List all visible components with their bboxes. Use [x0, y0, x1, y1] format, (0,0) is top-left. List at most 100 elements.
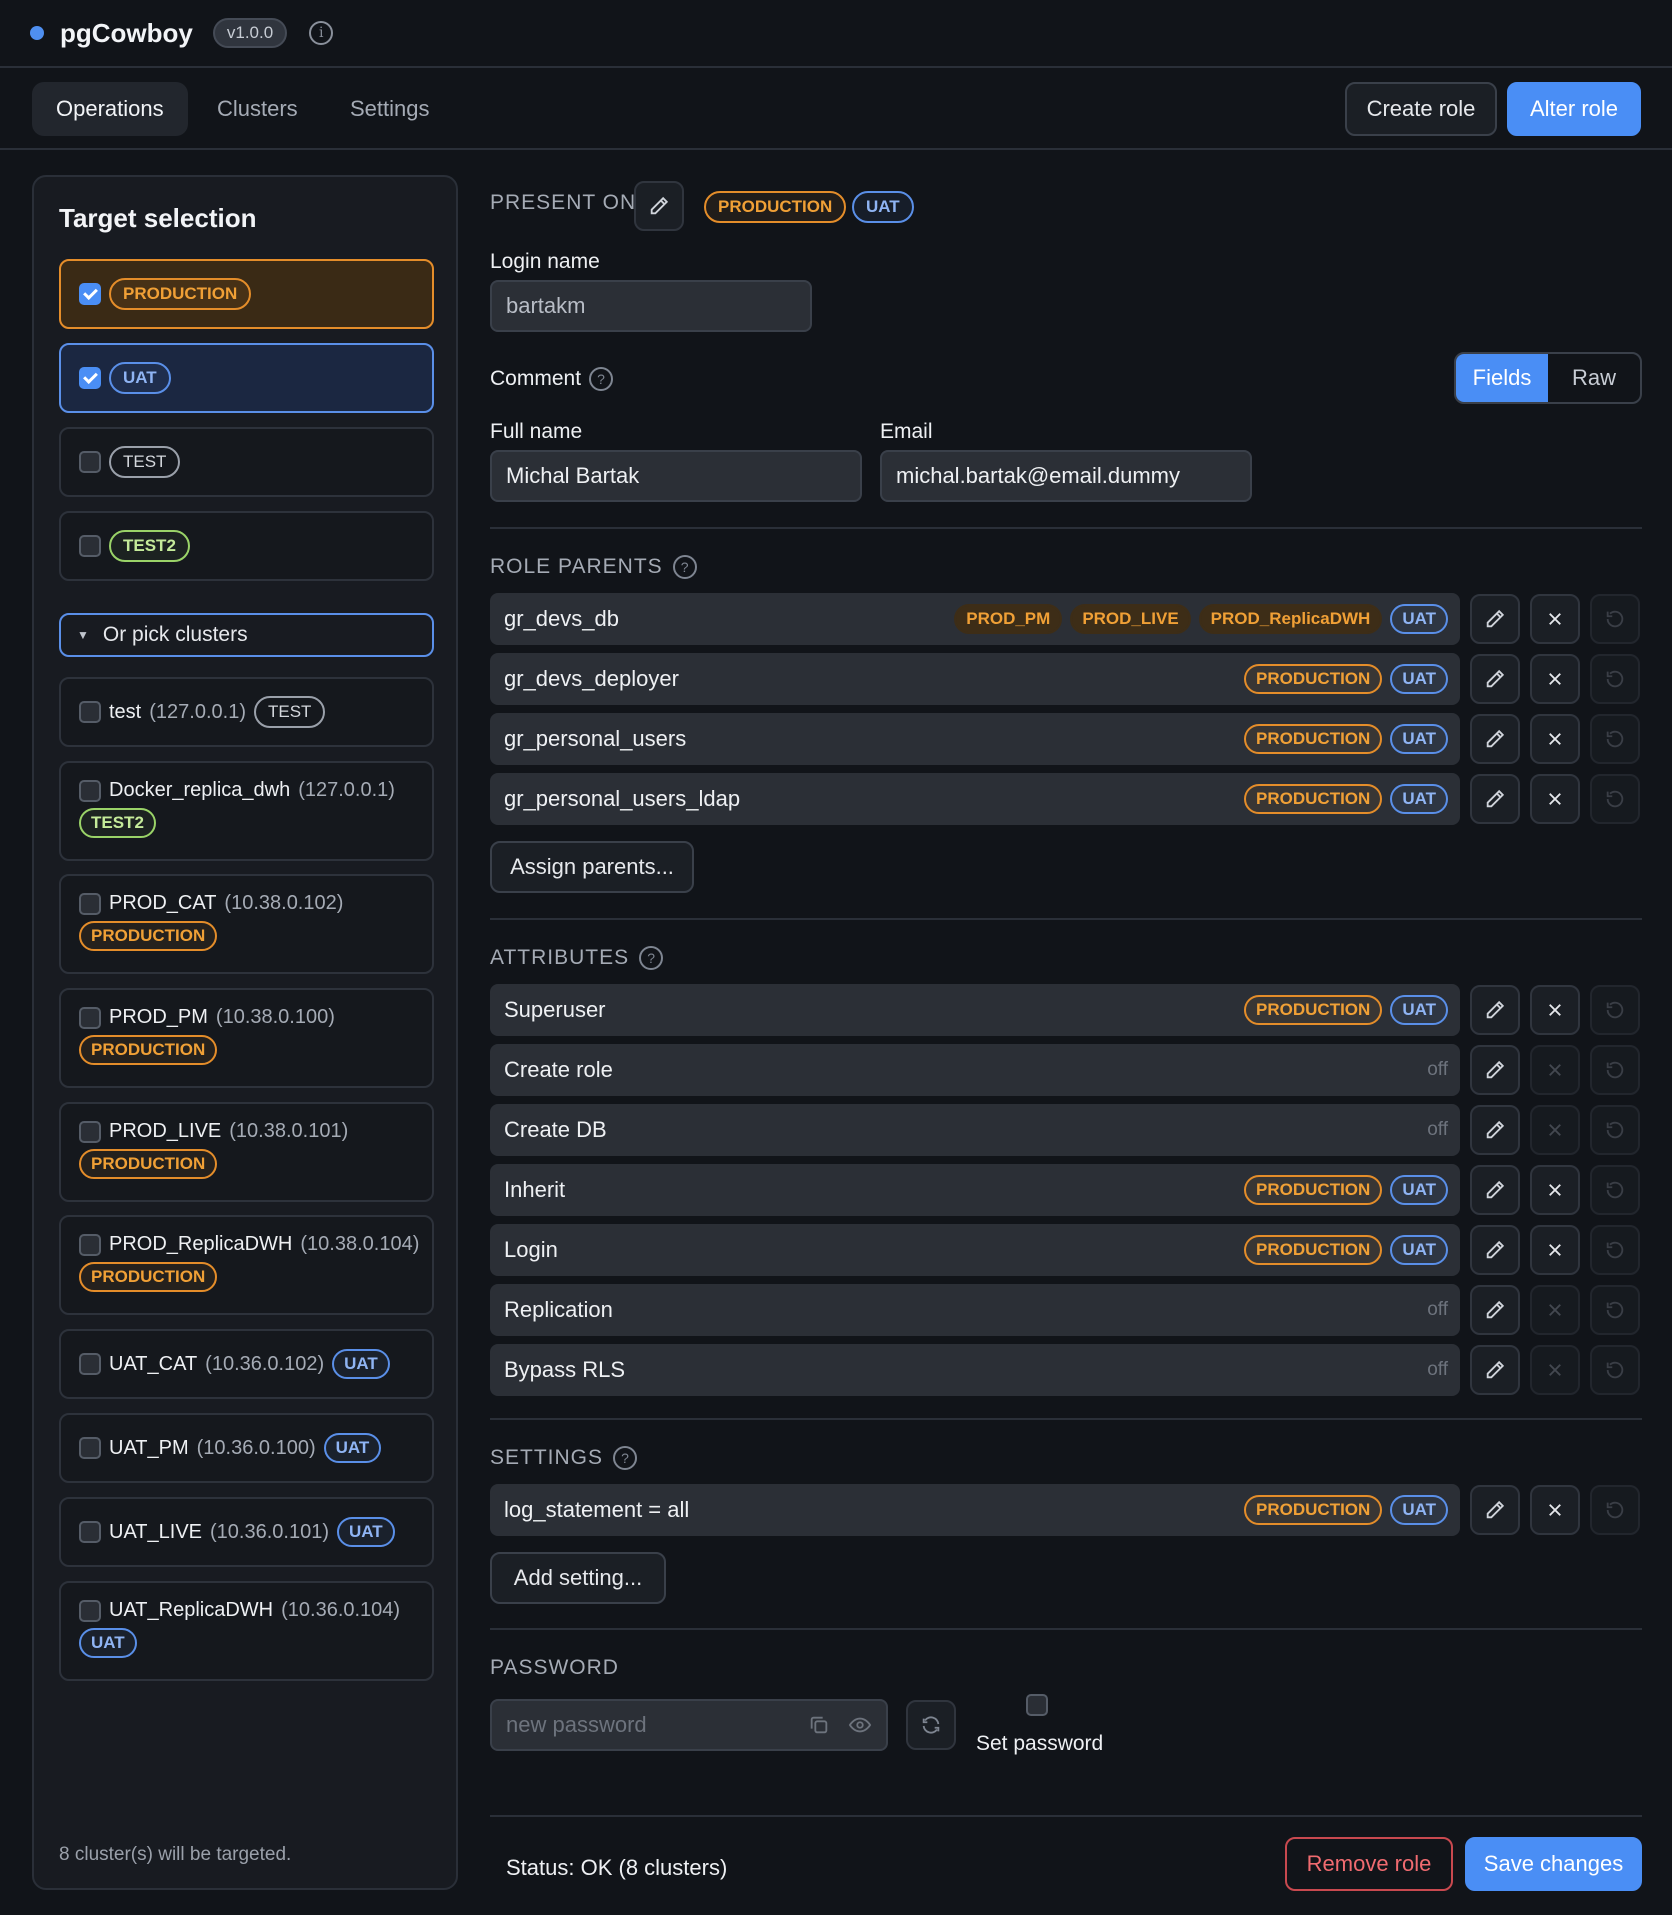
edit-button[interactable]	[1470, 714, 1520, 764]
copy-icon[interactable]	[808, 1714, 830, 1736]
cluster-checkbox[interactable]	[79, 1521, 101, 1543]
generate-password-button[interactable]	[906, 1700, 956, 1750]
role-parent-row[interactable]: gr_personal_users PRODUCTION UAT	[490, 713, 1460, 765]
raw-toggle-button[interactable]: Raw	[1548, 354, 1640, 402]
cluster-checkbox[interactable]	[79, 892, 101, 915]
cluster-checkbox[interactable]	[79, 1437, 101, 1459]
tab-settings[interactable]: Settings	[326, 82, 454, 136]
revert-button[interactable]	[1590, 714, 1640, 764]
remove-button[interactable]	[1530, 654, 1580, 704]
remove-role-button[interactable]: Remove role	[1285, 1837, 1453, 1891]
cluster-checkbox[interactable]	[79, 701, 101, 723]
role-parent-row[interactable]: gr_personal_users_ldap PRODUCTION UAT	[490, 773, 1460, 825]
remove-button[interactable]	[1530, 594, 1580, 644]
edit-button[interactable]	[1470, 1225, 1520, 1275]
revert-button[interactable]	[1590, 1165, 1640, 1215]
add-setting-button[interactable]: Add setting...	[490, 1552, 666, 1604]
attribute-row[interactable]: Replication off	[490, 1284, 1460, 1336]
cluster-checkbox[interactable]	[79, 779, 101, 802]
target-test[interactable]: TEST	[59, 427, 434, 497]
revert-button[interactable]	[1590, 1105, 1640, 1155]
cluster-checkbox[interactable]	[79, 1233, 101, 1256]
edit-button[interactable]	[1470, 1345, 1520, 1395]
cluster-checkbox[interactable]	[79, 1353, 101, 1375]
setting-row[interactable]: log_statement = all PRODUCTION UAT	[490, 1484, 1460, 1536]
attribute-row[interactable]: Login PRODUCTION UAT	[490, 1224, 1460, 1276]
cluster-card-prod-cat[interactable]: PROD_CAT (10.38.0.102) PRODUCTION	[59, 874, 434, 974]
edit-button[interactable]	[1470, 1485, 1520, 1535]
remove-button[interactable]	[1530, 1165, 1580, 1215]
checkbox-test[interactable]	[79, 451, 101, 473]
assign-parents-button[interactable]: Assign parents...	[490, 841, 694, 893]
fields-toggle-button[interactable]: Fields	[1456, 354, 1548, 402]
attribute-row[interactable]: Create role off	[490, 1044, 1460, 1096]
cluster-card-prod-live[interactable]: PROD_LIVE (10.38.0.101) PRODUCTION	[59, 1102, 434, 1202]
cluster-card-uat-live[interactable]: UAT_LIVE (10.36.0.101) UAT	[59, 1497, 434, 1567]
role-parent-row[interactable]: gr_devs_db PROD_PM PROD_LIVE PROD_Replic…	[490, 593, 1460, 645]
alter-role-button[interactable]: Alter role	[1507, 82, 1641, 136]
login-name-input[interactable]: bartakm	[490, 280, 812, 332]
revert-button[interactable]	[1590, 1045, 1640, 1095]
edit-button[interactable]	[1470, 594, 1520, 644]
target-test2[interactable]: TEST2	[59, 511, 434, 581]
edit-button[interactable]	[1470, 1045, 1520, 1095]
remove-button[interactable]	[1530, 774, 1580, 824]
edit-button[interactable]	[1470, 985, 1520, 1035]
cluster-card-prod-replicadwh[interactable]: PROD_ReplicaDWH (10.38.0.104) PRODUCTION	[59, 1215, 434, 1315]
attribute-row[interactable]: Create DB off	[490, 1104, 1460, 1156]
revert-button[interactable]	[1590, 1285, 1640, 1335]
remove-button[interactable]	[1530, 1105, 1580, 1155]
set-password-checkbox[interactable]	[1026, 1694, 1048, 1716]
edit-button[interactable]	[1470, 774, 1520, 824]
revert-button[interactable]	[1590, 1345, 1640, 1395]
cluster-card-uat-pm[interactable]: UAT_PM (10.36.0.100) UAT	[59, 1413, 434, 1483]
cluster-card-uat-cat[interactable]: UAT_CAT (10.36.0.102) UAT	[59, 1329, 434, 1399]
cluster-card-prod-pm[interactable]: PROD_PM (10.38.0.100) PRODUCTION	[59, 988, 434, 1088]
revert-button[interactable]	[1590, 1485, 1640, 1535]
remove-button[interactable]	[1530, 1225, 1580, 1275]
checkbox-test2[interactable]	[79, 535, 101, 557]
save-changes-button[interactable]: Save changes	[1465, 1837, 1642, 1891]
role-parent-row[interactable]: gr_devs_deployer PRODUCTION UAT	[490, 653, 1460, 705]
edit-button[interactable]	[1470, 1105, 1520, 1155]
remove-button[interactable]	[1530, 1485, 1580, 1535]
checkbox-uat[interactable]	[79, 367, 101, 389]
cluster-card-uat-replicadwh[interactable]: UAT_ReplicaDWH (10.36.0.104) UAT	[59, 1581, 434, 1681]
remove-button[interactable]	[1530, 1345, 1580, 1395]
help-icon[interactable]: ?	[613, 1446, 638, 1470]
checkbox-production[interactable]	[79, 283, 101, 305]
edit-button[interactable]	[1470, 654, 1520, 704]
pick-clusters-toggle[interactable]: ▼ Or pick clusters	[59, 613, 434, 657]
remove-button[interactable]	[1530, 714, 1580, 764]
remove-button[interactable]	[1530, 985, 1580, 1035]
attribute-row[interactable]: Inherit PRODUCTION UAT	[490, 1164, 1460, 1216]
cluster-card-test[interactable]: test (127.0.0.1) TEST	[59, 677, 434, 747]
remove-button[interactable]	[1530, 1285, 1580, 1335]
edit-button[interactable]	[1470, 1285, 1520, 1335]
password-input[interactable]: new password	[490, 1699, 888, 1751]
email-input[interactable]: michal.bartak@email.dummy	[880, 450, 1252, 502]
target-uat[interactable]: UAT	[59, 343, 434, 413]
help-icon[interactable]: ?	[639, 946, 664, 970]
edit-button[interactable]	[1470, 1165, 1520, 1215]
cluster-checkbox[interactable]	[79, 1120, 101, 1143]
remove-button[interactable]	[1530, 1045, 1580, 1095]
revert-button[interactable]	[1590, 985, 1640, 1035]
revert-button[interactable]	[1590, 594, 1640, 644]
eye-icon[interactable]	[848, 1714, 872, 1736]
full-name-input[interactable]: Michal Bartak	[490, 450, 862, 502]
edit-present-on-button[interactable]	[634, 181, 684, 231]
revert-button[interactable]	[1590, 654, 1640, 704]
cluster-checkbox[interactable]	[79, 1006, 101, 1029]
tab-clusters[interactable]: Clusters	[193, 82, 322, 136]
revert-button[interactable]	[1590, 774, 1640, 824]
attribute-row[interactable]: Superuser PRODUCTION UAT	[490, 984, 1460, 1036]
attribute-row[interactable]: Bypass RLS off	[490, 1344, 1460, 1396]
info-icon[interactable]: i	[309, 21, 334, 45]
help-icon[interactable]: ?	[589, 367, 614, 391]
revert-button[interactable]	[1590, 1225, 1640, 1275]
cluster-checkbox[interactable]	[79, 1599, 101, 1622]
tab-operations[interactable]: Operations	[32, 82, 188, 136]
target-production[interactable]: PRODUCTION	[59, 259, 434, 329]
help-icon[interactable]: ?	[672, 555, 697, 579]
